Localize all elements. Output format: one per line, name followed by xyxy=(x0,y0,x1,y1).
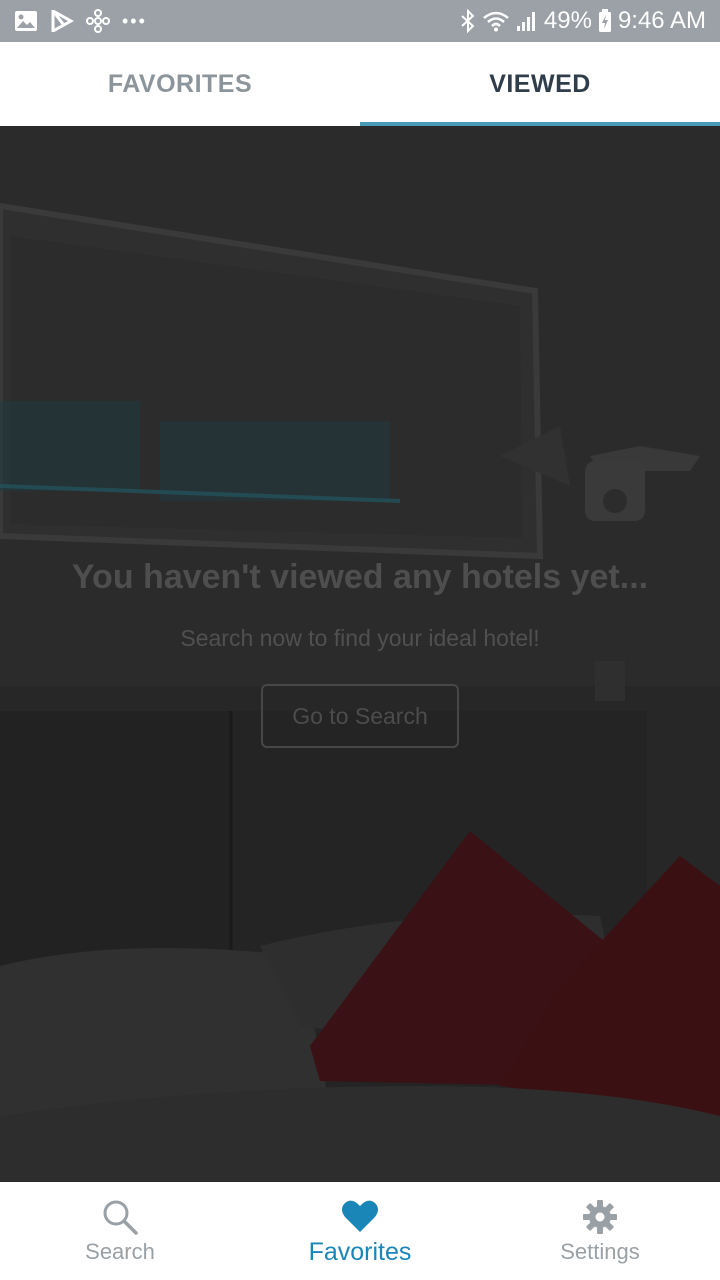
gallery-icon xyxy=(14,10,38,32)
battery-percent: 49% xyxy=(543,7,592,34)
empty-state-subtitle: Search now to find your ideal hotel! xyxy=(180,625,540,651)
bottom-navigation: Search Favorites Settings xyxy=(0,1182,720,1280)
signal-icon xyxy=(516,10,538,32)
clock: 9:46 AM xyxy=(617,7,706,34)
search-icon xyxy=(101,1197,139,1237)
viewed-content: You haven't viewed any hotels yet... Sea… xyxy=(0,126,720,1182)
status-bar: ••• 49% 9:46 AM xyxy=(0,0,720,42)
wifi-icon xyxy=(482,10,510,32)
status-right: 49% 9:46 AM xyxy=(460,7,706,35)
play-store-icon xyxy=(50,10,74,32)
fan-icon xyxy=(86,9,110,33)
nav-favorites[interactable]: Favorites xyxy=(240,1182,480,1280)
tab-favorites[interactable]: FAVORITES xyxy=(0,42,360,126)
status-left: ••• xyxy=(14,9,147,33)
empty-state: You haven't viewed any hotels yet... Sea… xyxy=(0,558,720,748)
nav-search-label: Search xyxy=(85,1239,155,1264)
heart-icon xyxy=(341,1196,379,1236)
empty-state-title: You haven't viewed any hotels yet... xyxy=(71,558,649,596)
nav-settings-label: Settings xyxy=(560,1239,640,1264)
battery-icon xyxy=(598,9,612,33)
bluetooth-icon xyxy=(460,9,476,33)
more-icon: ••• xyxy=(122,10,147,31)
top-tabs: FAVORITES VIEWED xyxy=(0,42,720,126)
nav-search[interactable]: Search xyxy=(0,1182,240,1280)
go-to-search-button[interactable]: Go to Search xyxy=(261,684,459,748)
gear-icon xyxy=(582,1197,618,1237)
tab-viewed[interactable]: VIEWED xyxy=(360,42,720,126)
nav-settings[interactable]: Settings xyxy=(480,1182,720,1280)
nav-favorites-label: Favorites xyxy=(308,1237,412,1266)
